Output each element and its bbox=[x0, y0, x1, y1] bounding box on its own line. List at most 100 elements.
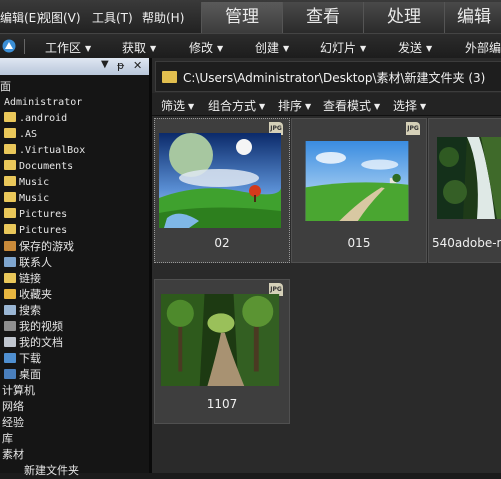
workspace-button[interactable]: 工作区 ▼ bbox=[45, 39, 91, 56]
tree-item-searches[interactable]: 搜索 bbox=[4, 303, 41, 319]
acquire-button[interactable]: 获取 ▼ bbox=[122, 39, 156, 56]
address-bar[interactable]: C:\Users\Administrator\Desktop\素材\新建文件夹 … bbox=[155, 61, 501, 92]
close-icon[interactable]: ✕ bbox=[133, 59, 142, 72]
send-button[interactable]: 发送 ▼ bbox=[398, 39, 432, 56]
tree-item-desktop[interactable]: 面 bbox=[0, 79, 11, 95]
folder-icon bbox=[4, 224, 16, 234]
tree-item-computer[interactable]: 计算机 bbox=[2, 383, 35, 399]
saved-games-icon bbox=[4, 241, 16, 251]
links-folder-icon bbox=[4, 273, 16, 283]
thumbnail-item[interactable]: JPG 02 bbox=[154, 118, 290, 263]
folder-icon bbox=[4, 176, 16, 186]
folder-icon bbox=[4, 208, 16, 218]
chevron-down-icon: ▼ bbox=[188, 102, 195, 111]
chevron-down-icon: ▼ bbox=[426, 44, 433, 53]
thumbnail-item[interactable]: JPG 1107 bbox=[154, 279, 290, 424]
jpg-badge: JPG bbox=[406, 122, 420, 135]
content-pane: C:\Users\Administrator\Desktop\素材\新建文件夹 … bbox=[152, 58, 501, 473]
chevron-down-icon: ▼ bbox=[374, 102, 381, 111]
app-logo-icon bbox=[2, 39, 16, 53]
pane-dropdown-icon[interactable]: ▼ bbox=[101, 59, 109, 70]
tree-item-administrator[interactable]: Administrator bbox=[4, 95, 82, 111]
tree-item-as[interactable]: .AS bbox=[4, 127, 37, 143]
thumbnail-grid: JPG 02 JPG 015 540adobe-n JPG 1107 bbox=[152, 116, 501, 473]
thumbnail-name: 540adobe-n bbox=[432, 236, 501, 250]
menu-view[interactable]: 视图(V) bbox=[39, 9, 81, 26]
tab-process[interactable]: 处理 bbox=[363, 2, 444, 33]
tree-item-my-videos[interactable]: 我的视频 bbox=[4, 319, 63, 335]
folder-icon bbox=[4, 192, 16, 202]
document-folder-icon bbox=[4, 337, 16, 347]
tree-item-saved-games[interactable]: 保存的游戏 bbox=[4, 239, 74, 255]
modify-button[interactable]: 修改 ▼ bbox=[189, 39, 223, 56]
external-editor-button[interactable]: 外部编 bbox=[465, 39, 501, 56]
pin-icon[interactable]: ᵽ bbox=[117, 59, 124, 72]
video-folder-icon bbox=[4, 321, 16, 331]
contacts-icon bbox=[4, 257, 16, 267]
folder-pane-header: ▼ ᵽ ✕ bbox=[0, 58, 149, 75]
thumbnail-image bbox=[159, 133, 281, 228]
download-folder-icon bbox=[4, 353, 16, 363]
thumbnail-image bbox=[160, 294, 280, 386]
sort-button[interactable]: 排序 ▼ bbox=[278, 97, 311, 114]
thumbnail-item[interactable]: 540adobe-n bbox=[428, 118, 501, 263]
menu-edit[interactable]: 编辑(E) bbox=[0, 9, 41, 26]
search-folder-icon bbox=[4, 305, 16, 315]
main-toolbar: 工作区 ▼ 获取 ▼ 修改 ▼ 创建 ▼ 幻灯片 ▼ 发送 ▼ 外部编 bbox=[0, 33, 501, 60]
chevron-down-icon: ▼ bbox=[305, 102, 312, 111]
tree-item-pictures[interactable]: Pictures bbox=[4, 207, 67, 223]
thumbnail-name: 1107 bbox=[206, 397, 238, 411]
thumbnail-image bbox=[437, 137, 501, 219]
thumbnail-item[interactable]: JPG 015 bbox=[291, 118, 427, 263]
thumbnail-image bbox=[305, 141, 409, 221]
thumbnail-name: 02 bbox=[214, 236, 230, 250]
address-path: C:\Users\Administrator\Desktop\素材\新建文件夹 … bbox=[183, 71, 486, 85]
desktop-folder-icon bbox=[4, 369, 16, 379]
favorites-icon bbox=[4, 289, 16, 299]
group-by-button[interactable]: 组合方式 ▼ bbox=[208, 97, 265, 114]
folder-icon bbox=[162, 71, 177, 83]
filter-bar: 筛选 ▼ 组合方式 ▼ 排序 ▼ 查看模式 ▼ 选择 ▼ bbox=[152, 93, 501, 116]
tree-item-experience[interactable]: 经验 bbox=[2, 415, 24, 431]
tree-item-library[interactable]: 库 bbox=[2, 431, 13, 447]
folder-icon bbox=[4, 144, 16, 154]
folder-icon bbox=[4, 112, 16, 122]
chevron-down-icon: ▼ bbox=[360, 44, 367, 53]
tree-item-contacts[interactable]: 联系人 bbox=[4, 255, 52, 271]
tree-item-network[interactable]: 网络 bbox=[2, 399, 24, 415]
folder-icon bbox=[4, 160, 16, 170]
tab-edit[interactable]: 编辑 bbox=[444, 2, 501, 33]
chevron-down-icon: ▼ bbox=[420, 102, 427, 111]
tree-item-music-2[interactable]: Music bbox=[4, 191, 49, 207]
tree-item-virtualbox[interactable]: .VirtualBox bbox=[4, 143, 85, 159]
chevron-down-icon: ▼ bbox=[283, 44, 290, 53]
view-mode-button[interactable]: 查看模式 ▼ bbox=[323, 97, 380, 114]
tree-item-documents[interactable]: Documents bbox=[4, 159, 73, 175]
tree-item-favorites[interactable]: 收藏夹 bbox=[4, 287, 52, 303]
menu-tools[interactable]: 工具(T) bbox=[92, 9, 133, 26]
tree-item-new-folder[interactable]: 新建文件夹 bbox=[24, 463, 79, 479]
tab-manage[interactable]: 管理 bbox=[201, 2, 282, 33]
create-button[interactable]: 创建 ▼ bbox=[255, 39, 289, 56]
tree-item-material[interactable]: 素材 bbox=[2, 447, 24, 463]
menu-bar: 编辑(E) 视图(V) 工具(T) 帮助(H) 管理 查看 处理 编辑 bbox=[0, 0, 501, 33]
tree-item-desktop-folder[interactable]: 桌面 bbox=[4, 367, 41, 383]
slideshow-button[interactable]: 幻灯片 ▼ bbox=[320, 39, 366, 56]
toolbar-separator bbox=[24, 39, 25, 54]
chevron-down-icon: ▼ bbox=[259, 102, 266, 111]
menu-help[interactable]: 帮助(H) bbox=[142, 9, 184, 26]
tree-item-downloads[interactable]: 下载 bbox=[4, 351, 41, 367]
tree-item-android[interactable]: .android bbox=[4, 111, 67, 127]
folder-pane: ▼ ᵽ ✕ 面 Administrator .android .AS .Virt… bbox=[0, 58, 149, 477]
select-button[interactable]: 选择 ▼ bbox=[393, 97, 426, 114]
filter-button[interactable]: 筛选 ▼ bbox=[161, 97, 194, 114]
chevron-down-icon: ▼ bbox=[217, 44, 224, 53]
tree-item-music[interactable]: Music bbox=[4, 175, 49, 191]
chevron-down-icon: ▼ bbox=[150, 44, 157, 53]
tree-item-pictures-2[interactable]: Pictures bbox=[4, 223, 67, 239]
folder-icon bbox=[4, 128, 16, 138]
thumbnail-name: 015 bbox=[347, 236, 371, 250]
tab-view[interactable]: 查看 bbox=[282, 2, 363, 33]
tree-item-links[interactable]: 链接 bbox=[4, 271, 41, 287]
tree-item-my-documents[interactable]: 我的文档 bbox=[4, 335, 63, 351]
